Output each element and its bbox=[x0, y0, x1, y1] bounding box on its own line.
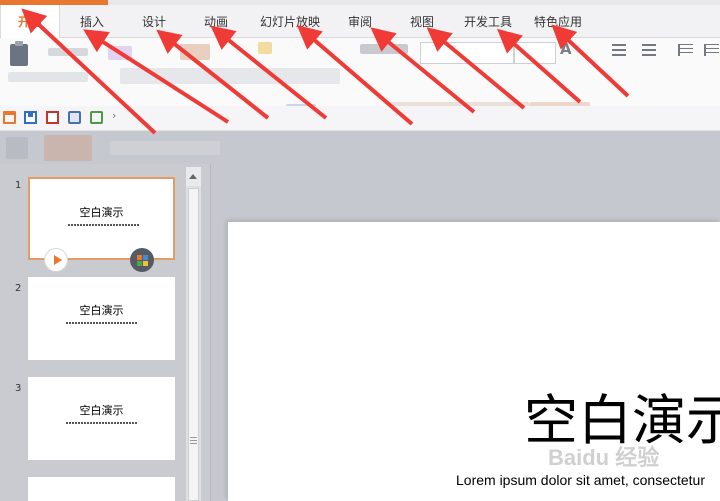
slide-thumbnail[interactable]: 空白演示 bbox=[28, 377, 175, 460]
slide-number: 1 bbox=[15, 180, 22, 191]
tab-slideshow[interactable]: 幻灯片放映 bbox=[254, 5, 326, 37]
tab-home[interactable]: 开始 bbox=[0, 5, 60, 38]
slide-thumbnail-title: 空白演示 bbox=[79, 404, 124, 417]
tab-insert[interactable]: 插入 bbox=[72, 5, 112, 37]
font-name-field[interactable] bbox=[420, 42, 514, 64]
watermark: Baidu 经验 bbox=[548, 445, 660, 470]
numbered-list-icon[interactable] bbox=[642, 44, 656, 56]
decrease-indent-icon[interactable] bbox=[678, 44, 693, 56]
slide-thumbnail-subtitle bbox=[66, 422, 138, 424]
more-icon[interactable]: › bbox=[112, 109, 122, 122]
slide-number: 3 bbox=[15, 383, 22, 394]
panel-tab-strip bbox=[0, 131, 720, 164]
ribbon-blurred-row bbox=[8, 72, 88, 82]
slide-thumbnail[interactable] bbox=[28, 477, 175, 501]
export-pdf-icon[interactable] bbox=[46, 111, 59, 124]
font-size-field[interactable] bbox=[514, 42, 556, 64]
ribbon-blurred-group bbox=[360, 44, 408, 54]
tab-special-apps[interactable]: 特色应用 bbox=[528, 5, 588, 37]
ribbon-blurred-group bbox=[48, 48, 88, 56]
print-icon[interactable] bbox=[68, 111, 81, 124]
ribbon-blurred-icon bbox=[258, 42, 272, 54]
bullet-list-icon[interactable] bbox=[612, 44, 626, 56]
tab-design[interactable]: 设计 bbox=[134, 5, 174, 37]
tab-animation[interactable]: 动画 bbox=[196, 5, 236, 37]
slide-thumbnail[interactable]: 空白演示 bbox=[28, 177, 175, 260]
panel-tab-blurred[interactable] bbox=[6, 137, 28, 159]
tab-developer[interactable]: 开发工具 bbox=[458, 5, 518, 37]
slide-layout-icon[interactable] bbox=[130, 248, 154, 272]
increase-indent-icon[interactable] bbox=[704, 44, 719, 56]
font-grow-icon[interactable]: A bbox=[560, 40, 572, 58]
slide-number: 2 bbox=[15, 283, 22, 294]
scroll-up-icon[interactable] bbox=[186, 167, 201, 186]
panel-tab-blurred bbox=[110, 141, 220, 155]
slide-thumbnail[interactable]: 空白演示 bbox=[28, 277, 175, 360]
panel-tab-blurred[interactable] bbox=[44, 135, 92, 161]
slide-thumbnail-title: 空白演示 bbox=[79, 304, 124, 317]
ribbon-toolbar: A bbox=[0, 38, 720, 120]
play-slide-icon[interactable] bbox=[44, 248, 68, 272]
slide-thumbnail-subtitle bbox=[66, 322, 138, 324]
ribbon-blurred-icon bbox=[180, 44, 210, 60]
slide-thumbnail-subtitle bbox=[68, 224, 140, 226]
ribbon-tab-bar: 开始 插入 设计 动画 幻灯片放映 审阅 视图 开发工具 特色应用 bbox=[0, 5, 720, 38]
resize-grip-icon[interactable] bbox=[190, 437, 197, 445]
tab-review[interactable]: 审阅 bbox=[340, 5, 380, 37]
ribbon-blurred-icon bbox=[108, 46, 132, 60]
slide-thumbnail-title: 空白演示 bbox=[79, 206, 124, 219]
quick-access-toolbar: › bbox=[0, 106, 720, 131]
print-preview-icon[interactable] bbox=[90, 111, 103, 124]
open-folder-icon[interactable] bbox=[3, 111, 16, 124]
scroll-thumb[interactable] bbox=[188, 188, 199, 501]
ribbon-blurred-row bbox=[120, 68, 340, 84]
slide-subtitle[interactable]: Lorem ipsum dolor sit amet, consectetur bbox=[456, 472, 705, 488]
save-icon[interactable] bbox=[24, 111, 37, 124]
paste-icon[interactable] bbox=[10, 41, 28, 66]
tab-view[interactable]: 视图 bbox=[402, 5, 442, 37]
